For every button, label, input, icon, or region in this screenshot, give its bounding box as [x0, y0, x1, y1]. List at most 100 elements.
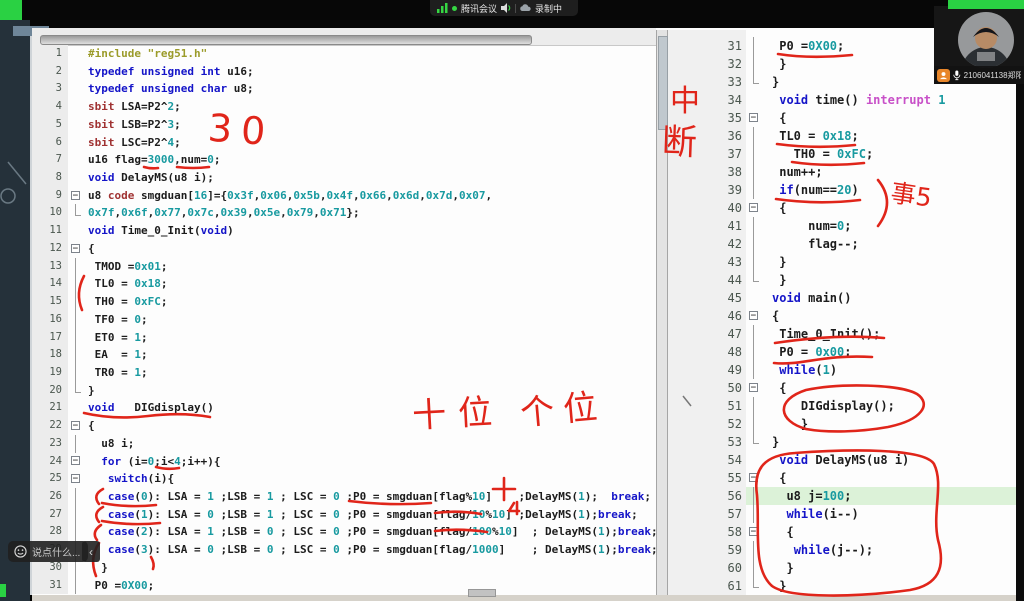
code-line[interactable]: 24 for (i=0;i<4;i++){ [32, 453, 656, 471]
code-line[interactable]: 11void Time_0_Init(void) [32, 222, 656, 240]
code-line[interactable]: 41 num=0; [668, 217, 1016, 235]
smiley-icon[interactable] [14, 545, 27, 558]
fold-rail [68, 399, 84, 417]
code-line[interactable]: 26 case(0): LSA = 1 ;LSB = 1 ; LSC = 0 ;… [32, 488, 656, 506]
fold-toggle[interactable] [746, 523, 768, 541]
code-line[interactable]: 23 u8 i; [32, 435, 656, 453]
code-line[interactable]: 42 flag--; [668, 235, 1016, 253]
code-line[interactable]: 4sbit LSA=P2^2; [32, 98, 656, 116]
code-line[interactable]: 52 } [668, 415, 1016, 433]
code-line[interactable]: 36 TL0 = 0x18; [668, 127, 1016, 145]
code-line[interactable]: 46{ [668, 307, 1016, 325]
code-text: case(2): LSA = 1 ;LSB = 0 ; LSC = 0 ;P0 … [84, 523, 656, 541]
code-text: while(i--) [768, 505, 1016, 523]
code-line[interactable]: 56 u8 j=100; [668, 487, 1016, 505]
code-line[interactable]: 18 EA = 1; [32, 346, 656, 364]
fold-toggle[interactable] [746, 307, 768, 325]
fold-toggle[interactable] [68, 453, 84, 471]
line-number: 55 [668, 469, 746, 487]
code-line[interactable]: 25 switch(i){ [32, 470, 656, 488]
line-number: 16 [32, 311, 68, 329]
code-line[interactable]: 40 { [668, 199, 1016, 217]
code-line[interactable]: 55 { [668, 469, 1016, 487]
code-line[interactable]: 19 TR0 = 1; [32, 364, 656, 382]
code-line[interactable]: 9u8 code smgduan[16]={0x3f,0x06,0x5b,0x4… [32, 187, 656, 205]
mic-icon[interactable] [953, 70, 961, 81]
code-text: TH0 = 0xFC; [84, 293, 656, 311]
code-text: P0 =0X00; [84, 577, 656, 595]
code-line[interactable]: 17 ET0 = 1; [32, 329, 656, 347]
fold-rail [746, 343, 768, 361]
code-line[interactable]: 54 void DelayMS(u8 i) [668, 451, 1016, 469]
code-line[interactable]: 2typedef unsigned int u16; [32, 63, 656, 81]
code-line[interactable]: 59 while(j--); [668, 541, 1016, 559]
code-line[interactable]: 6sbit LSC=P2^4; [32, 134, 656, 152]
code-line[interactable]: 28 case(2): LSA = 1 ;LSB = 0 ; LSC = 0 ;… [32, 523, 656, 541]
code-line[interactable]: 3typedef unsigned char u8; [32, 80, 656, 98]
code-line[interactable]: 12{ [32, 240, 656, 258]
code-line[interactable]: 38 num++; [668, 163, 1016, 181]
line-number: 45 [668, 289, 746, 307]
scrollbar-thumb[interactable] [658, 36, 668, 130]
code-line[interactable]: 7u16 flag=3000,num=0; [32, 151, 656, 169]
webcam-thumbnail[interactable]: 2106041138郑阳 [934, 6, 1024, 84]
code-line[interactable]: 8void DelayMS(u8 i); [32, 169, 656, 187]
fold-toggle[interactable] [746, 109, 768, 127]
code-line[interactable]: 50 { [668, 379, 1016, 397]
code-line[interactable]: 13 TMOD =0x01; [32, 258, 656, 276]
code-line[interactable]: 39 if(num==20) [668, 181, 1016, 199]
chat-input[interactable]: 说点什么... [8, 541, 88, 562]
code-line[interactable]: 31 P0 =0X00; [32, 577, 656, 595]
code-text: sbit LSB=P2^3; [84, 116, 656, 134]
code-line[interactable]: 1#include "reg51.h" [32, 45, 656, 63]
code-line[interactable]: 51 DIGdisplay(); [668, 397, 1016, 415]
code-line[interactable]: 100x7f,0x6f,0x77,0x7c,0x39,0x5e,0x79,0x7… [32, 204, 656, 222]
code-line[interactable]: 61 } [668, 577, 1016, 595]
code-line[interactable]: 29 case(3): LSA = 0 ;LSB = 0 ; LSC = 0 ;… [32, 541, 656, 559]
fold-toggle[interactable] [68, 187, 84, 205]
code-line[interactable]: 48 P0 = 0x00; [668, 343, 1016, 361]
code-line[interactable]: 14 TL0 = 0x18; [32, 275, 656, 293]
code-line[interactable]: 16 TF0 = 0; [32, 311, 656, 329]
fold-toggle[interactable] [68, 470, 84, 488]
fold-rail [68, 293, 84, 311]
code-line[interactable]: 43 } [668, 253, 1016, 271]
fold-toggle[interactable] [746, 199, 768, 217]
line-number: 23 [32, 435, 68, 453]
line-number: 6 [32, 134, 68, 152]
fold-toggle[interactable] [746, 379, 768, 397]
code-panel-right: 31 P0 =0X00;32 }33}34 void time() interr… [668, 37, 1016, 595]
left-panel-vertical-scrollbar[interactable] [656, 30, 668, 595]
fold-rail [746, 55, 768, 73]
code-line[interactable]: 49 while(1) [668, 361, 1016, 379]
editor-horizontal-scrollbar[interactable] [40, 35, 532, 45]
code-line[interactable]: 5sbit LSB=P2^3; [32, 116, 656, 134]
code-line[interactable]: 45void main() [668, 289, 1016, 307]
code-line[interactable]: 27 case(1): LSA = 0 ;LSB = 1 ; LSC = 0 ;… [32, 506, 656, 524]
fold-toggle[interactable] [68, 240, 84, 258]
code-line[interactable]: 53} [668, 433, 1016, 451]
code-line[interactable]: 47 Time_0_Init(); [668, 325, 1016, 343]
code-text: } [768, 253, 1016, 271]
code-line[interactable]: 15 TH0 = 0xFC; [32, 293, 656, 311]
code-line[interactable]: 37 TH0 = 0xFC; [668, 145, 1016, 163]
code-line[interactable]: 57 while(i--) [668, 505, 1016, 523]
code-line[interactable]: 44 } [668, 271, 1016, 289]
chat-collapse-button[interactable]: ‹ [82, 541, 100, 562]
meeting-toolbar[interactable]: 腾讯会议 录制中 [430, 0, 578, 16]
fold-toggle[interactable] [68, 417, 84, 435]
fold-toggle[interactable] [746, 469, 768, 487]
code-line[interactable]: 30 } [32, 559, 656, 577]
line-number: 60 [668, 559, 746, 577]
code-line[interactable]: 35 { [668, 109, 1016, 127]
code-line[interactable]: 22{ [32, 417, 656, 435]
code-line[interactable]: 60 } [668, 559, 1016, 577]
code-line[interactable]: 20} [32, 382, 656, 400]
code-text: u8 i; [84, 435, 656, 453]
code-text: case(1): LSA = 0 ;LSB = 1 ; LSC = 0 ;P0 … [84, 506, 656, 524]
code-text: { [768, 199, 1016, 217]
code-line[interactable]: 21void DIGdisplay() [32, 399, 656, 417]
code-line[interactable]: 58 { [668, 523, 1016, 541]
speaker-icon[interactable] [501, 3, 511, 13]
code-line[interactable]: 34 void time() interrupt 1 [668, 91, 1016, 109]
